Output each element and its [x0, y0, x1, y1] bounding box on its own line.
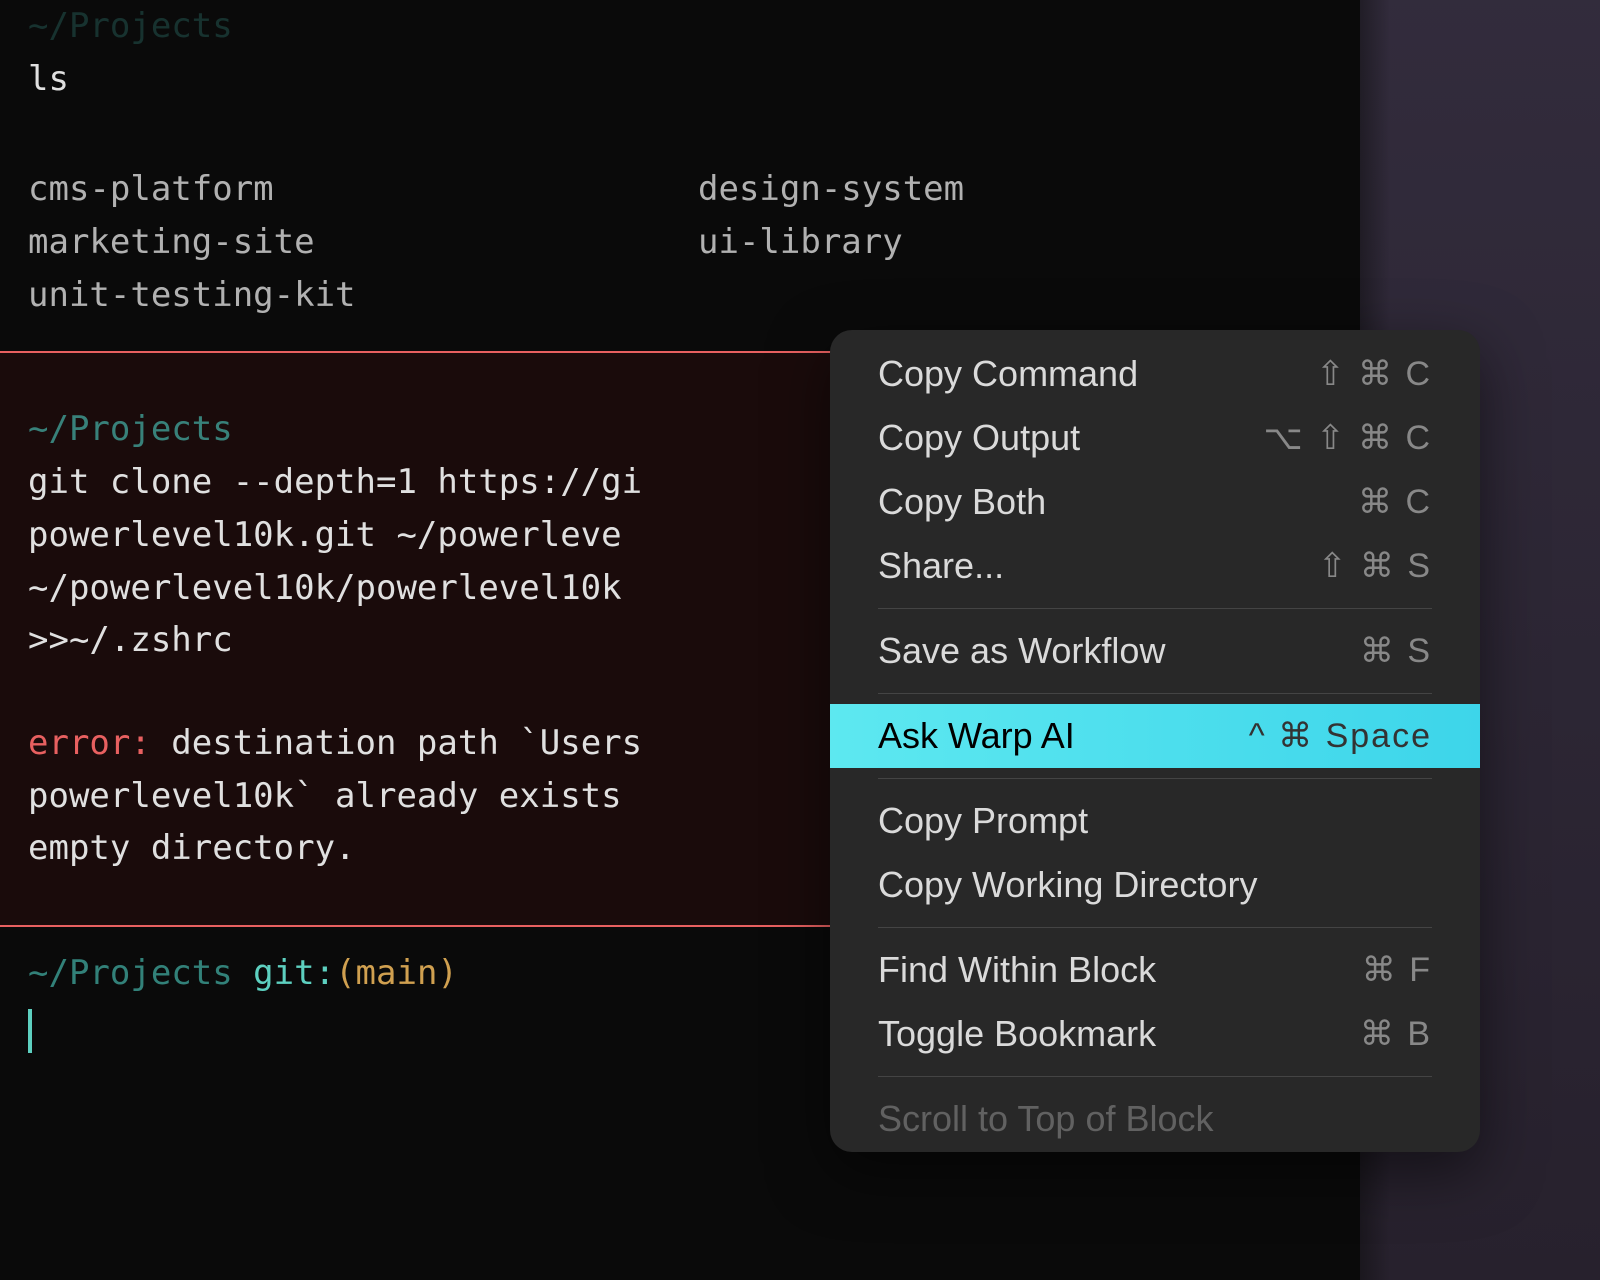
terminal-block-ls[interactable]: ~/Projects ls cms-platform marketing-sit…	[0, 0, 1360, 351]
prompt-path: ~/Projects	[28, 0, 1332, 53]
menu-copy-working-directory[interactable]: Copy Working Directory	[830, 853, 1480, 917]
shortcut-label: ⌘ C	[1358, 482, 1432, 522]
ls-output: cms-platform marketing-site unit-testing…	[28, 163, 1332, 321]
shortcut-label: ^ ⌘ Space	[1249, 716, 1432, 756]
menu-save-workflow[interactable]: Save as Workflow ⌘ S	[830, 619, 1480, 683]
menu-divider	[878, 927, 1432, 928]
shortcut-label: ⌘ B	[1360, 1014, 1432, 1054]
shortcut-label: ⇧ ⌘ S	[1318, 546, 1432, 586]
menu-scroll-top[interactable]: Scroll to Top of Block	[830, 1087, 1480, 1140]
menu-copy-command[interactable]: Copy Command ⇧ ⌘ C	[830, 342, 1480, 406]
menu-divider	[878, 608, 1432, 609]
shortcut-label: ⌥ ⇧ ⌘ C	[1263, 418, 1432, 458]
ls-item: cms-platform	[28, 163, 698, 216]
menu-copy-output[interactable]: Copy Output ⌥ ⇧ ⌘ C	[830, 406, 1480, 470]
ls-item: ui-library	[698, 216, 1332, 269]
error-label: error:	[28, 723, 151, 763]
menu-divider	[878, 1076, 1432, 1077]
shortcut-label: ⇧ ⌘ C	[1316, 354, 1432, 394]
menu-divider	[878, 693, 1432, 694]
menu-ask-warp-ai[interactable]: Ask Warp AI ^ ⌘ Space	[830, 704, 1480, 768]
ls-item: design-system	[698, 163, 1332, 216]
menu-toggle-bookmark[interactable]: Toggle Bookmark ⌘ B	[830, 1002, 1480, 1066]
ls-item: unit-testing-kit	[28, 269, 698, 322]
menu-copy-prompt[interactable]: Copy Prompt	[830, 789, 1480, 853]
shortcut-label: ⌘ S	[1360, 631, 1432, 671]
menu-find-within-block[interactable]: Find Within Block ⌘ F	[830, 938, 1480, 1002]
context-menu: Copy Command ⇧ ⌘ C Copy Output ⌥ ⇧ ⌘ C C…	[830, 330, 1480, 1152]
command-text: ls	[28, 53, 1332, 106]
menu-divider	[878, 778, 1432, 779]
text-cursor	[28, 1009, 32, 1053]
menu-copy-both[interactable]: Copy Both ⌘ C	[830, 470, 1480, 534]
menu-share[interactable]: Share... ⇧ ⌘ S	[830, 534, 1480, 598]
shortcut-label: ⌘ F	[1362, 950, 1432, 990]
ls-item: marketing-site	[28, 216, 698, 269]
